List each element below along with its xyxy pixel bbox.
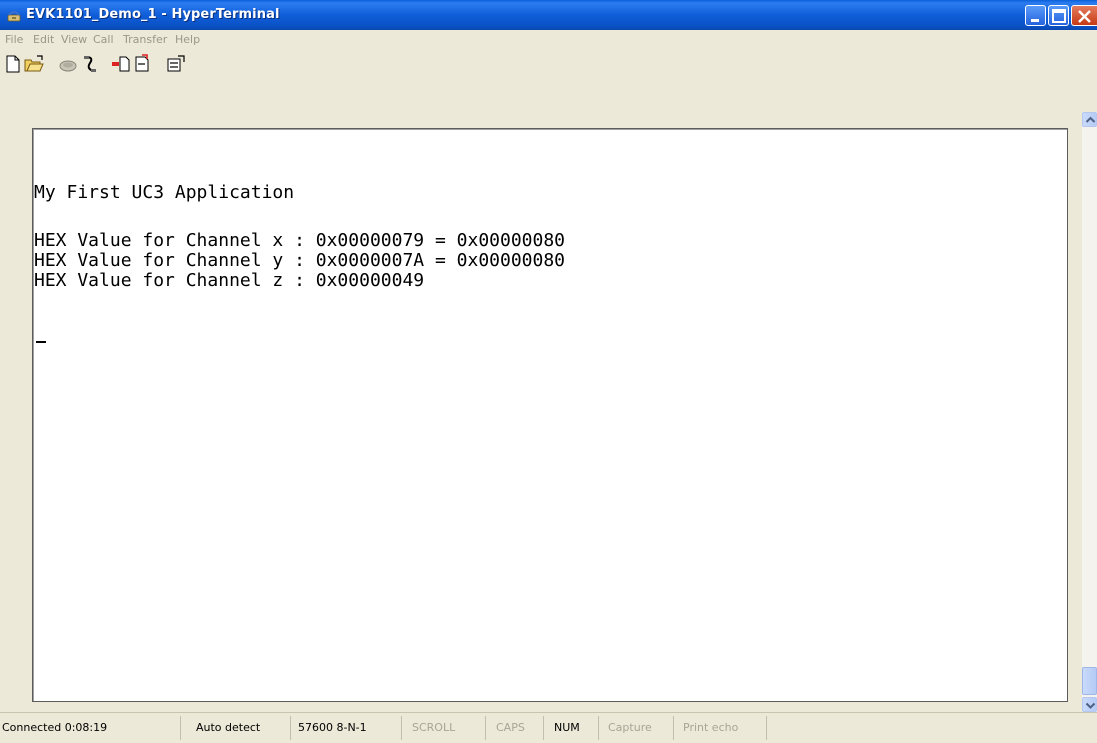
menu-view[interactable]: View <box>61 33 87 46</box>
hyperterminal-window: EVK1101_Demo_1 - HyperTerminal File Edit… <box>0 0 1097 743</box>
terminal-line: HEX Value for Channel z : 0x00000049 <box>34 270 425 291</box>
toolbar <box>0 50 1097 113</box>
status-divider <box>401 716 402 740</box>
status-divider <box>180 716 181 740</box>
call-icon[interactable] <box>58 54 78 74</box>
status-divider <box>290 716 291 740</box>
close-button[interactable] <box>1071 5 1097 26</box>
hyperterminal-phone-icon <box>7 11 21 22</box>
receive-icon[interactable] <box>133 54 153 74</box>
chevron-up-icon <box>1085 116 1096 123</box>
scroll-thumb[interactable] <box>1082 667 1097 695</box>
minimize-icon <box>1031 19 1039 22</box>
status-bar: Connected 0:08:19 Auto detect 57600 8-N-… <box>0 712 1097 743</box>
status-scroll: SCROLL <box>412 721 456 734</box>
status-caps: CAPS <box>496 721 525 734</box>
maximize-button[interactable] <box>1048 5 1069 26</box>
chevron-down-icon <box>1085 702 1096 709</box>
scroll-down-button[interactable] <box>1082 697 1097 712</box>
terminal-cursor <box>36 341 46 343</box>
properties-icon[interactable] <box>166 54 186 74</box>
disconnect-icon[interactable] <box>80 54 100 74</box>
vertical-scrollbar[interactable] <box>1082 112 1097 712</box>
terminal-line: HEX Value for Channel y : 0x0000007A = 0… <box>34 250 566 271</box>
status-connected: Connected 0:08:19 <box>2 721 108 734</box>
status-print-echo: Print echo <box>683 721 739 734</box>
terminal-line: HEX Value for Channel x : 0x00000079 = 0… <box>34 230 566 251</box>
menu-file[interactable]: File <box>5 33 23 46</box>
minimize-button[interactable] <box>1025 5 1046 26</box>
maximize-icon <box>1052 9 1066 23</box>
window-title: EVK1101_Demo_1 - HyperTerminal <box>26 7 280 22</box>
status-capture: Capture <box>608 721 652 734</box>
title-bar[interactable]: EVK1101_Demo_1 - HyperTerminal <box>0 0 1097 30</box>
status-divider <box>598 716 599 740</box>
terminal-screen[interactable] <box>32 128 1068 702</box>
status-settings: 57600 8-N-1 <box>298 721 367 734</box>
menu-edit[interactable]: Edit <box>33 33 54 46</box>
send-icon[interactable] <box>111 54 131 74</box>
status-num: NUM <box>554 721 580 734</box>
menu-bar: File Edit View Call Transfer Help <box>0 30 1097 50</box>
scroll-up-button[interactable] <box>1082 112 1097 127</box>
status-divider <box>673 716 674 740</box>
status-detect: Auto detect <box>196 721 261 734</box>
status-divider <box>766 716 767 740</box>
menu-transfer[interactable]: Transfer <box>123 33 167 46</box>
terminal-line: My First UC3 Application <box>34 182 295 203</box>
new-icon[interactable] <box>3 54 23 74</box>
close-icon <box>1078 10 1091 23</box>
menu-help[interactable]: Help <box>175 33 200 46</box>
status-divider <box>543 716 544 740</box>
open-icon[interactable] <box>24 54 44 74</box>
status-divider <box>485 716 486 740</box>
menu-call[interactable]: Call <box>93 33 114 46</box>
